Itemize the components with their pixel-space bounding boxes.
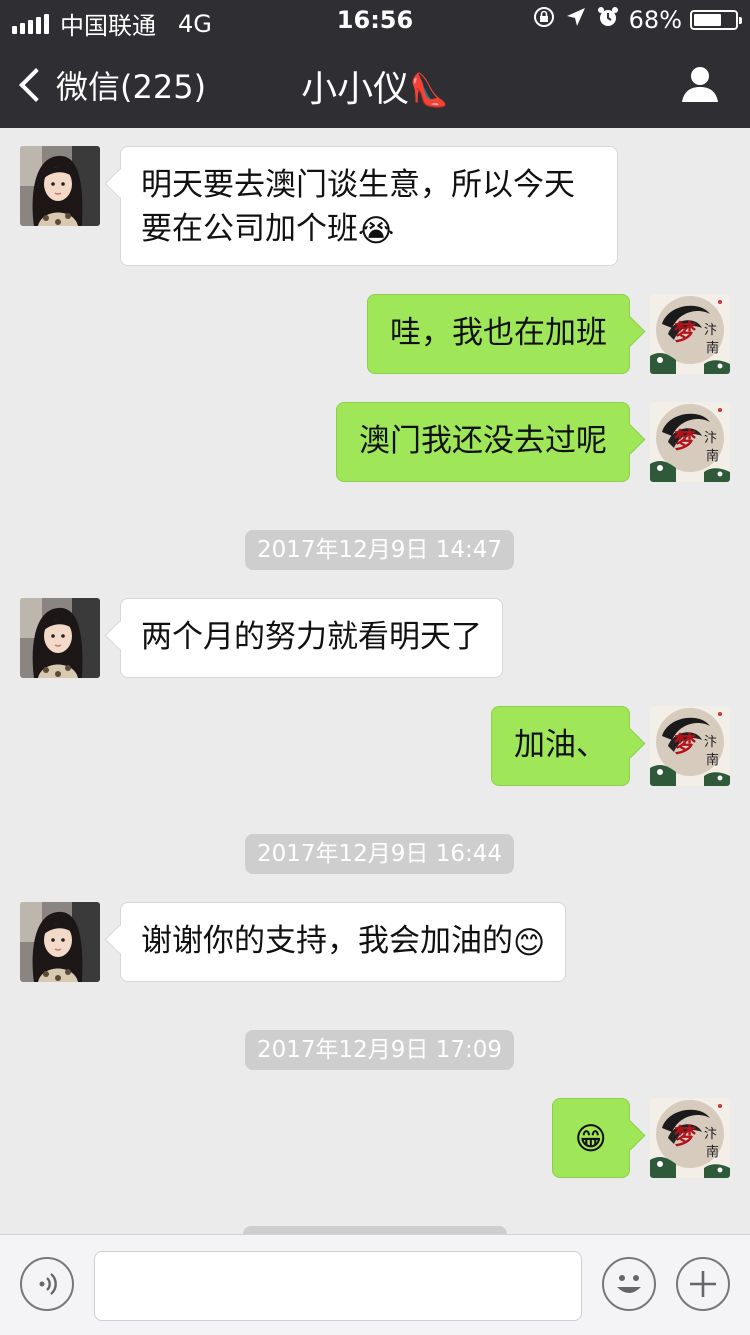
battery-percent: 68% — [628, 6, 682, 34]
my-avatar[interactable] — [650, 294, 730, 374]
my-avatar[interactable] — [650, 1098, 730, 1178]
rotation-lock-icon — [533, 6, 555, 34]
outgoing-message[interactable]: 😁 — [551, 1098, 630, 1178]
high-heel-icon: 👠 — [409, 71, 449, 109]
message-text: 加油、 — [514, 727, 607, 763]
outgoing-message[interactable]: 澳门我还没去过呢 — [336, 402, 630, 482]
incoming-message[interactable]: 明天要去澳门谈生意，所以今天 要在公司加个班😭 — [120, 146, 618, 266]
outgoing-message[interactable]: 加油、 — [491, 706, 630, 786]
contact-avatar[interactable] — [20, 598, 100, 678]
contact-avatar[interactable] — [20, 146, 100, 226]
emoji-icon — [617, 1275, 641, 1293]
message-input[interactable] — [94, 1251, 582, 1321]
input-bar — [0, 1234, 750, 1335]
chat-area[interactable]: 明天要去澳门谈生意，所以今天 要在公司加个班😭 哇，我也在加班 澳门我还没去过呢… — [0, 128, 750, 1234]
contact-avatar[interactable] — [20, 902, 100, 982]
chat-title: 小小仪👠 — [0, 60, 750, 112]
my-avatar[interactable] — [650, 706, 730, 786]
plus-button[interactable] — [676, 1257, 730, 1311]
voice-icon — [39, 1273, 57, 1295]
message-text: 两个月的努力就看明天了 — [141, 619, 482, 655]
my-avatar[interactable] — [650, 402, 730, 482]
outgoing-message[interactable]: 哇，我也在加班 — [367, 294, 630, 374]
plus-icon — [690, 1271, 716, 1297]
battery-icon — [690, 10, 742, 30]
location-icon — [565, 6, 587, 34]
voice-button[interactable] — [20, 1257, 74, 1311]
message-text: 澳门我还没去过呢 — [359, 423, 607, 459]
smiling-face-icon: 😊 — [513, 924, 546, 961]
crying-face-icon: 😭 — [358, 212, 395, 249]
incoming-message[interactable]: 两个月的努力就看明天了 — [120, 598, 503, 678]
profile-button[interactable] — [680, 64, 720, 104]
incoming-message[interactable]: 谢谢你的支持，我会加油的😊 — [120, 902, 567, 982]
timestamp: 2017年12月9日 16:44 — [245, 834, 515, 874]
timestamp: 2017年12月9日 17:09 — [245, 1030, 515, 1070]
person-icon — [682, 67, 718, 102]
message-text-line: 明天要去澳门谈生意，所以今天 — [141, 167, 575, 203]
battery-fill — [694, 14, 722, 26]
timestamp-partial — [243, 1226, 507, 1234]
alarm-icon — [597, 6, 619, 34]
contact-name: 小小仪 — [301, 69, 410, 110]
status-bar: 中国联通 4G 16:56 68% — [0, 0, 750, 40]
grinning-face-icon: 😁 — [574, 1120, 607, 1157]
emoji-button[interactable] — [602, 1257, 656, 1311]
timestamp: 2017年12月9日 14:47 — [245, 530, 515, 570]
nav-bar: 微信(225) 小小仪👠 — [0, 40, 750, 128]
message-text: 谢谢你的支持，我会加油的 — [141, 923, 513, 959]
message-text: 哇，我也在加班 — [390, 315, 607, 351]
message-text-line: 要在公司加个班 — [141, 211, 358, 247]
